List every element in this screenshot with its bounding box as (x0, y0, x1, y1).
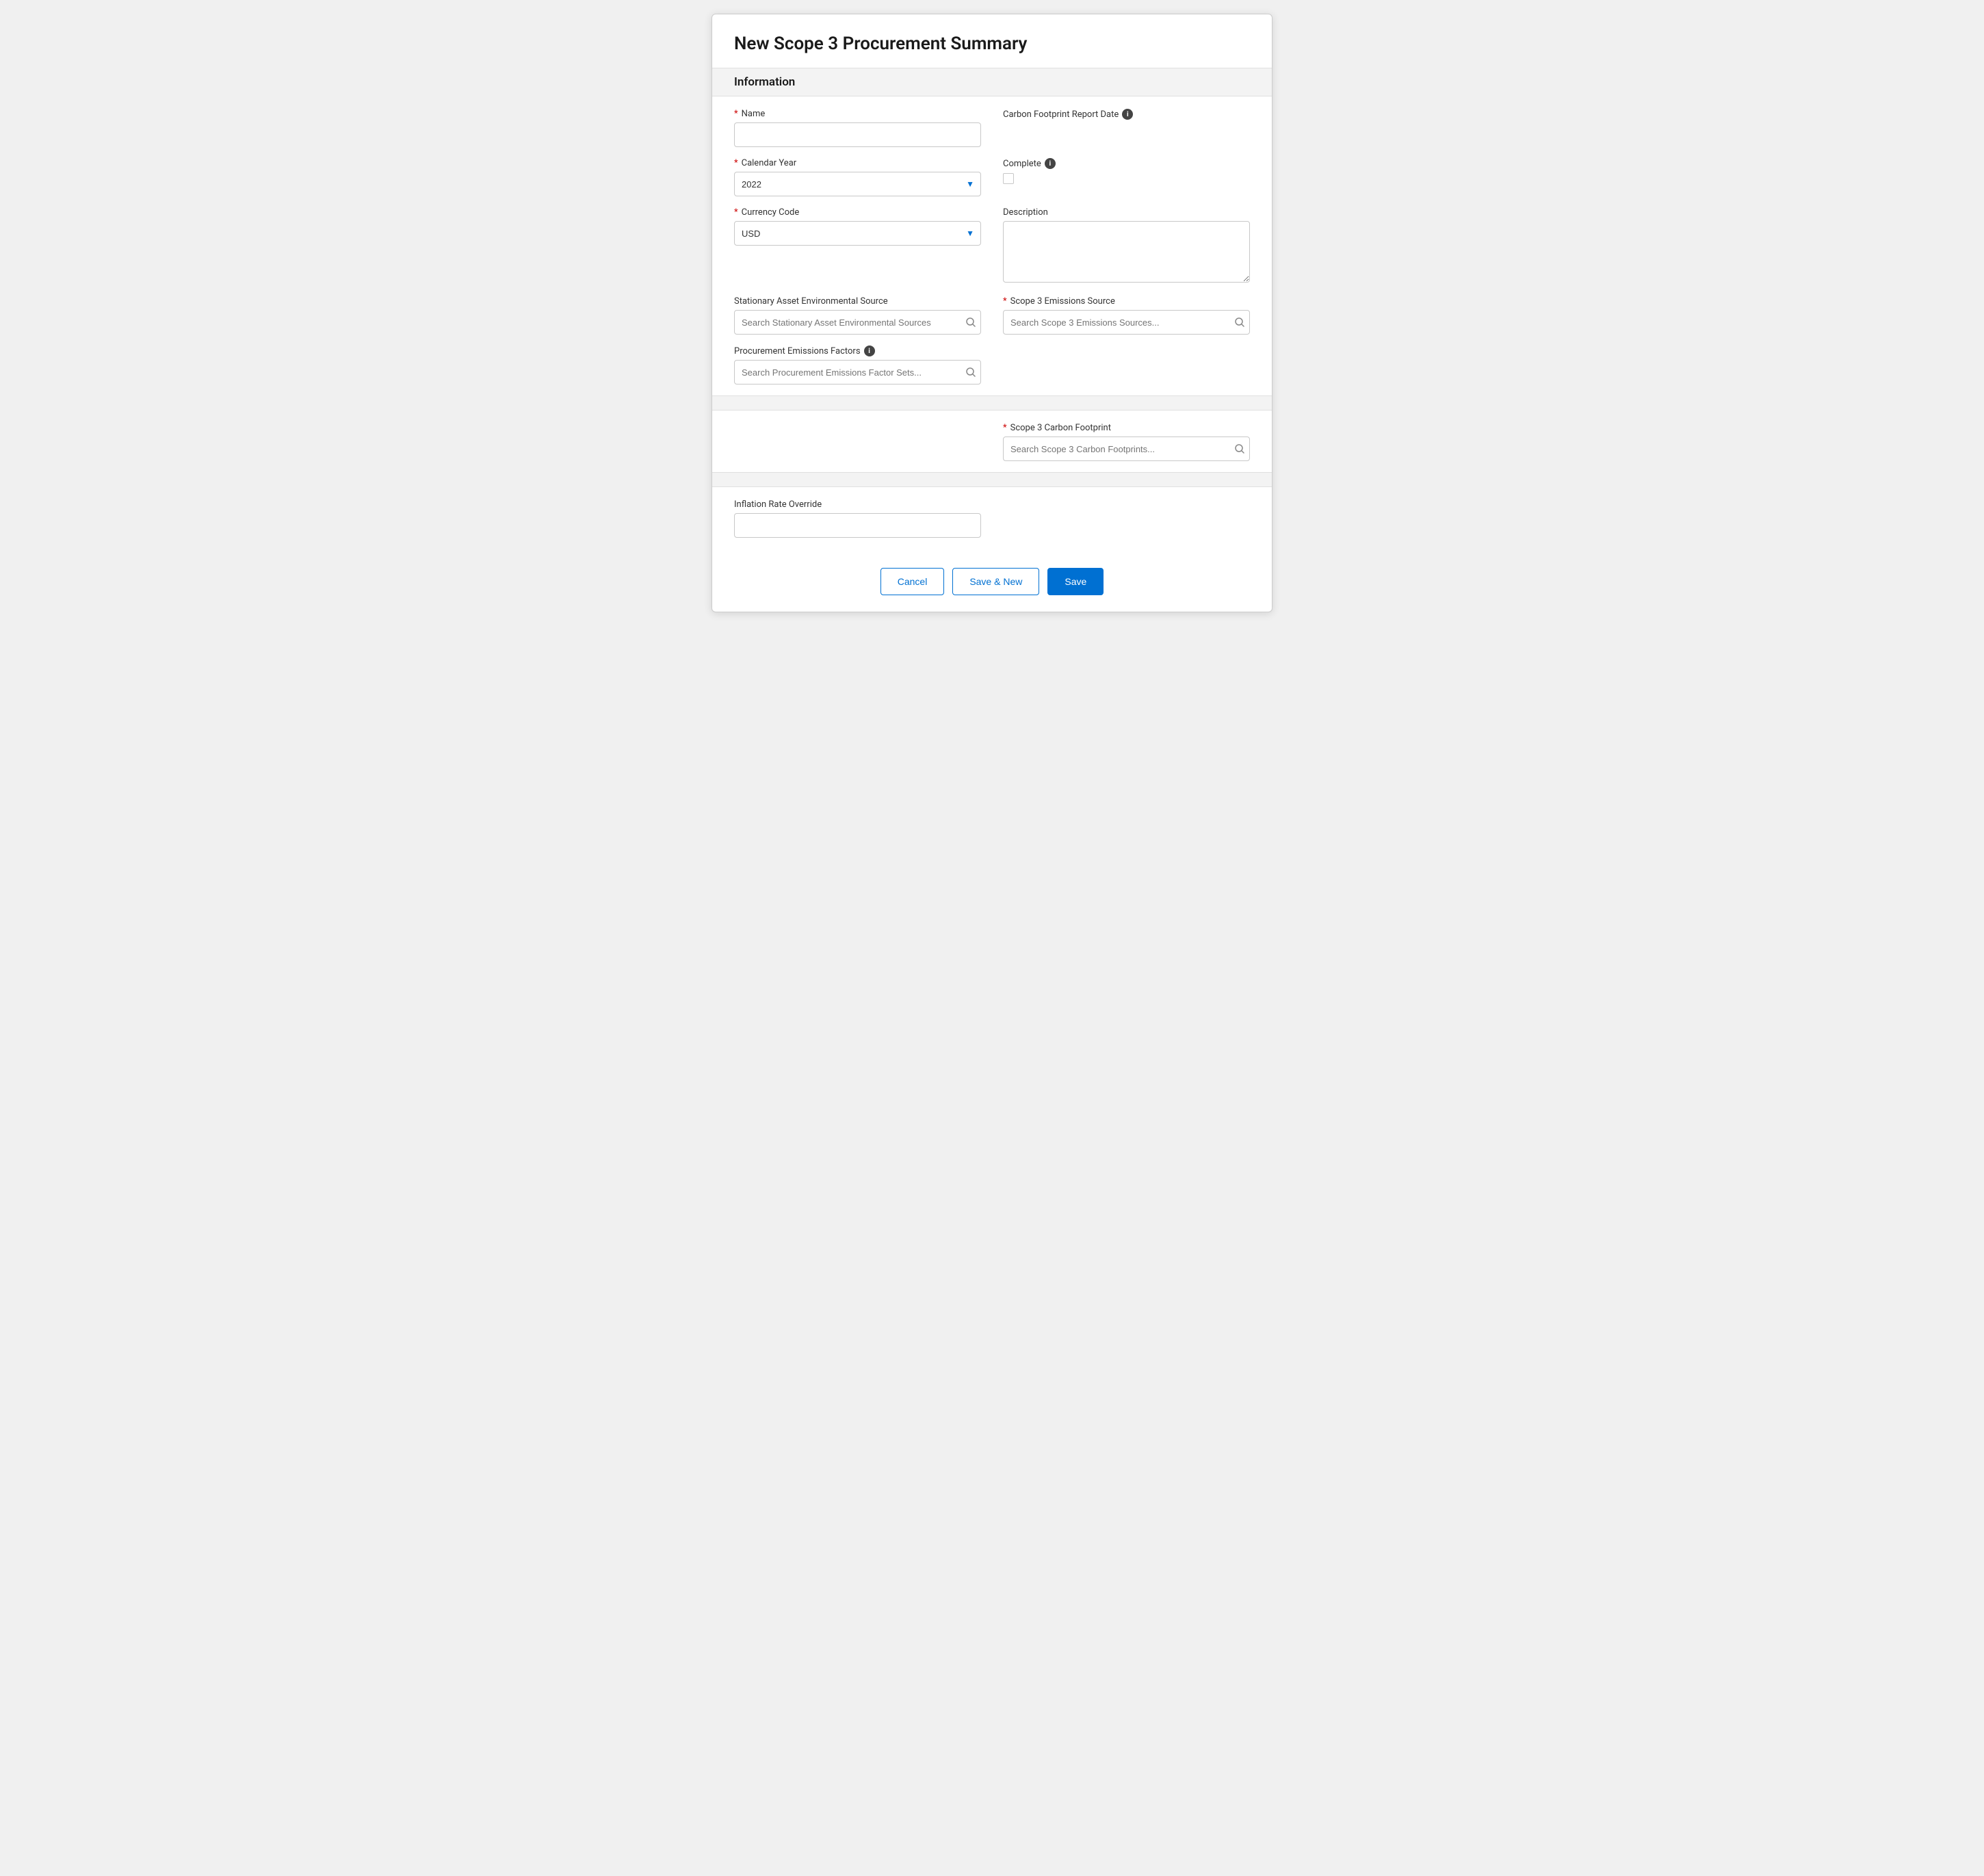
s3es-search-icon (1235, 317, 1244, 327)
calendar-year-select-wrap: 2022 2021 2023 ▼ (734, 172, 981, 196)
name-label: * Name (734, 109, 981, 119)
pef-search-button[interactable] (966, 367, 976, 377)
row-pef: Procurement Emissions Factors i (734, 346, 1250, 385)
saes-search-input[interactable] (734, 310, 981, 335)
s3es-search-wrap (1003, 310, 1250, 335)
row-currency-desc: * Currency Code USD EUR GBP ▼ Descriptio… (734, 207, 1250, 285)
row-name-cfrd: * Name Carbon Footprint Report Date i (734, 109, 1250, 147)
currency-code-select[interactable]: USD EUR GBP (734, 221, 981, 246)
description-textarea[interactable] (1003, 221, 1250, 283)
col-currency-code: * Currency Code USD EUR GBP ▼ (734, 207, 981, 285)
supporting-metrics-header (712, 472, 1272, 487)
cy-label-text: Calendar Year (742, 158, 797, 168)
cfrd-label: Carbon Footprint Report Date i (1003, 109, 1250, 120)
save-button[interactable]: Save (1047, 568, 1104, 595)
saes-search-button[interactable] (966, 317, 976, 327)
complete-checkbox[interactable] (1003, 173, 1014, 184)
page-title: New Scope 3 Procurement Summary (734, 34, 1250, 54)
pef-search-wrap (734, 360, 981, 385)
cancel-button[interactable]: Cancel (880, 568, 945, 595)
s3cf-search-icon (1235, 444, 1244, 454)
row-cy-complete: * Calendar Year 2022 2021 2023 ▼ Complet… (734, 158, 1250, 196)
saes-search-wrap (734, 310, 981, 335)
col-pef: Procurement Emissions Factors i (734, 346, 981, 385)
scope3-left-spacer (734, 423, 981, 461)
description-label: Description (1003, 207, 1250, 218)
complete-checkbox-wrap (1003, 173, 1250, 184)
description-label-text: Description (1003, 207, 1048, 218)
name-required-star: * (734, 109, 738, 119)
currency-code-label: * Currency Code (734, 207, 981, 218)
col-description: Description (1003, 207, 1250, 285)
calendar-year-select[interactable]: 2022 2021 2023 (734, 172, 981, 196)
col-name: * Name (734, 109, 981, 147)
name-label-text: Name (742, 109, 766, 119)
information-section: Information * Name Carbon Footprint Repo… (734, 68, 1250, 385)
pef-search-icon (966, 367, 976, 377)
calendar-year-label: * Calendar Year (734, 158, 981, 168)
scope3-row: * Scope 3 Carbon Footprint (734, 423, 1250, 461)
s3cf-label: * Scope 3 Carbon Footprint (1003, 423, 1250, 433)
col-pef-spacer (1003, 346, 1250, 385)
s3cf-label-text: Scope 3 Carbon Footprint (1010, 423, 1111, 433)
col-stationary-asset: Stationary Asset Environmental Source (734, 296, 981, 335)
s3es-label-text: Scope 3 Emissions Source (1010, 296, 1115, 307)
s3es-label: * Scope 3 Emissions Source (1003, 296, 1250, 307)
col-inflation: Inflation Rate Override (734, 499, 981, 538)
s3es-search-input[interactable] (1003, 310, 1250, 335)
save-new-button[interactable]: Save & New (952, 568, 1039, 595)
pef-label-text: Procurement Emissions Factors (734, 346, 861, 356)
s3cf-search-input[interactable] (1003, 437, 1250, 461)
saes-label-text: Stationary Asset Environmental Source (734, 296, 888, 307)
col-cfrd: Carbon Footprint Report Date i (1003, 109, 1250, 147)
currency-code-select-wrap: USD EUR GBP ▼ (734, 221, 981, 246)
information-section-header: Information (712, 68, 1272, 96)
cfrd-label-text: Carbon Footprint Report Date (1003, 109, 1119, 120)
col-inflation-spacer (1003, 499, 1250, 538)
complete-info-icon[interactable]: i (1045, 158, 1056, 169)
inflation-label-text: Inflation Rate Override (734, 499, 822, 510)
saes-label: Stationary Asset Environmental Source (734, 296, 981, 307)
cy-required-star: * (734, 158, 738, 168)
s3es-search-button[interactable] (1235, 317, 1244, 327)
cc-label-text: Currency Code (742, 207, 800, 218)
s3cf-required-star: * (1003, 423, 1007, 433)
complete-label: Complete i (1003, 158, 1250, 169)
scope3-summary-section: * Scope 3 Carbon Footprint (734, 395, 1250, 461)
complete-label-text: Complete (1003, 159, 1041, 169)
footer-actions: Cancel Save & New Save (734, 557, 1250, 595)
col-scope3-emissions-source: * Scope 3 Emissions Source (1003, 296, 1250, 335)
s3cf-search-wrap (1003, 437, 1250, 461)
name-input[interactable] (734, 122, 981, 147)
row-inflation: Inflation Rate Override (734, 499, 1250, 538)
pef-info-icon[interactable]: i (864, 346, 875, 356)
saes-search-icon (966, 317, 976, 327)
supporting-metrics-section: Inflation Rate Override (734, 472, 1250, 538)
scope3-section-header (712, 395, 1272, 411)
s3cf-search-button[interactable] (1235, 444, 1244, 454)
cfrd-info-icon[interactable]: i (1122, 109, 1133, 120)
modal-container: New Scope 3 Procurement Summary Informat… (712, 14, 1272, 612)
pef-search-input[interactable] (734, 360, 981, 385)
inflation-rate-input[interactable] (734, 513, 981, 538)
col-complete: Complete i (1003, 158, 1250, 196)
s3es-required-star: * (1003, 296, 1007, 307)
col-scope3-cf: * Scope 3 Carbon Footprint (1003, 423, 1250, 461)
col-calendar-year: * Calendar Year 2022 2021 2023 ▼ (734, 158, 981, 196)
row-saes-s3es: Stationary Asset Environmental Source * … (734, 296, 1250, 335)
cc-required-star: * (734, 207, 738, 218)
inflation-label: Inflation Rate Override (734, 499, 981, 510)
pef-label: Procurement Emissions Factors i (734, 346, 981, 356)
